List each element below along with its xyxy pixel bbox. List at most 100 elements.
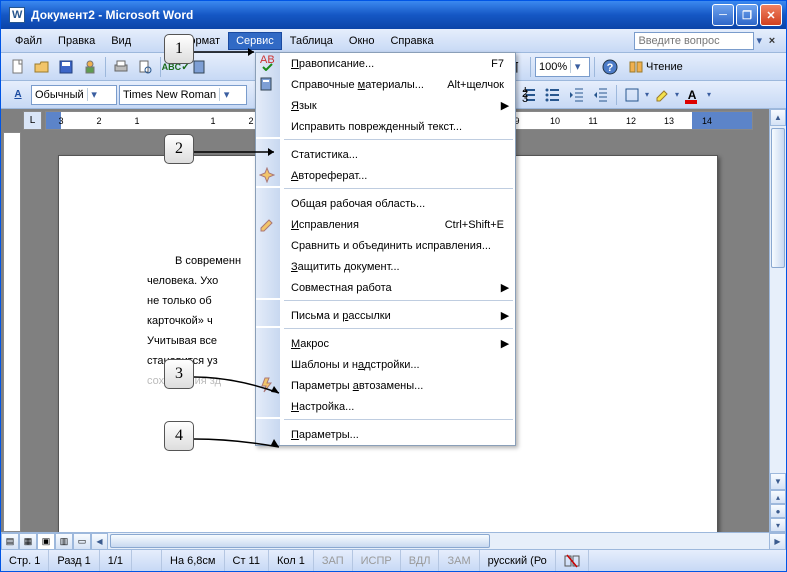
close-button[interactable]: ✕: [760, 4, 782, 26]
scroll-right-icon[interactable]: ▶: [769, 533, 786, 550]
zoom-combo[interactable]: 100%▾: [535, 57, 590, 77]
menu-item-label: Настройка...: [261, 401, 510, 413]
minimize-button[interactable]: ─: [712, 4, 734, 26]
menu-item[interactable]: Справочные материалы...Alt+щелчок: [256, 74, 515, 95]
scroll-left-icon[interactable]: ◀: [91, 533, 108, 550]
menu-window[interactable]: Окно: [341, 32, 383, 50]
tab-align-box[interactable]: L: [23, 111, 42, 130]
menu-table[interactable]: Таблица: [282, 32, 341, 50]
menu-item[interactable]: ИсправленияCtrl+Shift+E: [256, 214, 515, 235]
print-view-icon[interactable]: ▣: [37, 533, 55, 550]
styles-pane-icon[interactable]: A: [7, 84, 29, 106]
menu-item-label: Исправления: [261, 219, 445, 231]
reading-button[interactable]: Чтение: [623, 58, 688, 76]
print-icon[interactable]: [110, 56, 132, 78]
maximize-button[interactable]: ❐: [736, 4, 758, 26]
menu-file[interactable]: Файл: [7, 32, 50, 50]
numbering-icon[interactable]: 123: [518, 84, 540, 106]
status-trk[interactable]: ИСПР: [353, 550, 401, 571]
menu-item-label: Язык: [261, 100, 500, 112]
open-icon[interactable]: [31, 56, 53, 78]
book-icon: [259, 76, 275, 95]
vertical-ruler: [1, 109, 23, 532]
menu-item-label: Шаблоны и надстройки...: [261, 359, 510, 371]
menu-item[interactable]: Параметры автозамены...: [256, 375, 515, 396]
menu-item[interactable]: Общая рабочая область...: [256, 193, 515, 214]
menu-shortcut: Alt+щелчок: [447, 79, 510, 91]
menu-item[interactable]: Письма и рассылки▶: [256, 305, 515, 326]
help-icon[interactable]: ?: [599, 56, 621, 78]
menu-item-label: Письма и рассылки: [261, 310, 500, 322]
status-col: Кол 1: [269, 550, 314, 571]
menu-item-label: Общая рабочая область...: [261, 198, 510, 210]
scroll-down-icon[interactable]: ▼: [770, 473, 786, 490]
menu-item-label: Защитить документ...: [261, 261, 510, 273]
submenu-arrow-icon: ▶: [500, 337, 510, 350]
font-combo[interactable]: Times New Roman▾: [119, 85, 247, 105]
menu-item-label: Справочные материалы...: [261, 79, 447, 91]
borders-icon[interactable]: [621, 84, 643, 106]
menu-edit[interactable]: Правка: [50, 32, 103, 50]
doc-close-button[interactable]: ×: [764, 35, 780, 47]
ask-dropdown-icon[interactable]: ▾: [756, 34, 762, 47]
window-title: Документ2 - Microsoft Word: [29, 8, 712, 22]
highlight-dropdown-icon[interactable]: ▾: [675, 90, 679, 99]
menu-item[interactable]: Настройка...: [256, 396, 515, 417]
titlebar: Документ2 - Microsoft Word ─ ❐ ✕: [1, 1, 786, 29]
normal-view-icon[interactable]: ▤: [1, 533, 19, 550]
menu-item[interactable]: Защитить документ...: [256, 256, 515, 277]
menu-item[interactable]: Автореферат...: [256, 165, 515, 186]
new-doc-icon[interactable]: [7, 56, 29, 78]
menu-item[interactable]: Шаблоны и надстройки...: [256, 354, 515, 375]
scroll-thumb-v[interactable]: [771, 128, 785, 268]
scrollbar-vertical[interactable]: ▲ ▼ ▴ ● ▾: [769, 109, 786, 532]
scrollbar-horizontal[interactable]: ▤ ▦ ▣ ▥ ▭ ◀ ▶: [1, 532, 786, 549]
preview-icon[interactable]: [134, 56, 156, 78]
menu-item[interactable]: Параметры...: [256, 424, 515, 445]
status-lang[interactable]: русский (Ро: [480, 550, 556, 571]
save-icon[interactable]: [55, 56, 77, 78]
menu-item-label: Макрос: [261, 338, 500, 350]
menu-item-label: Правописание...: [261, 58, 491, 70]
submenu-arrow-icon: ▶: [500, 99, 510, 112]
highlight-icon[interactable]: [651, 84, 673, 106]
menu-item[interactable]: Статистика...: [256, 144, 515, 165]
service-dropdown: ABCПравописание...F7Справочные материалы…: [255, 52, 516, 446]
style-combo[interactable]: Обычный▾: [31, 85, 117, 105]
menubar: Файл Правка Вид Вст Формат Сервис Таблиц…: [1, 29, 786, 53]
permission-icon[interactable]: [79, 56, 101, 78]
menu-view[interactable]: Вид: [103, 32, 139, 50]
outline-view-icon[interactable]: ▥: [55, 533, 73, 550]
next-page-icon[interactable]: ▾: [770, 518, 786, 532]
menu-item-label: Сравнить и объединить исправления...: [261, 240, 510, 252]
inc-indent-icon[interactable]: [590, 84, 612, 106]
status-ext[interactable]: ВДЛ: [401, 550, 440, 571]
callout-1: 1: [164, 34, 194, 64]
scroll-up-icon[interactable]: ▲: [770, 109, 786, 126]
scroll-thumb-h[interactable]: [110, 534, 490, 548]
submenu-arrow-icon: ▶: [500, 281, 510, 294]
status-ovr[interactable]: ЗАМ: [439, 550, 479, 571]
menu-item-label: Совместная работа: [261, 282, 500, 294]
status-at: На 6,8см: [162, 550, 224, 571]
borders-dropdown-icon[interactable]: ▾: [645, 90, 649, 99]
reading-view-icon[interactable]: ▭: [73, 533, 91, 550]
status-book-icon[interactable]: [556, 550, 589, 571]
status-rec[interactable]: ЗАП: [314, 550, 353, 571]
menu-item[interactable]: Макрос▶: [256, 333, 515, 354]
menu-item[interactable]: ABCПравописание...F7: [256, 53, 515, 74]
menu-item[interactable]: Сравнить и объединить исправления...: [256, 235, 515, 256]
menu-item[interactable]: Совместная работа▶: [256, 277, 515, 298]
status-page: Стр. 1: [1, 550, 49, 571]
bullets-icon[interactable]: [542, 84, 564, 106]
menu-item[interactable]: Язык▶: [256, 95, 515, 116]
menu-help[interactable]: Справка: [382, 32, 441, 50]
svg-text:?: ?: [607, 62, 614, 74]
browse-select-icon[interactable]: ●: [770, 504, 786, 518]
menu-item[interactable]: Исправить поврежденный текст...: [256, 116, 515, 137]
ask-question-input[interactable]: [634, 32, 754, 50]
font-color-dropdown-icon[interactable]: ▾: [707, 90, 711, 99]
web-view-icon[interactable]: ▦: [19, 533, 37, 550]
dec-indent-icon[interactable]: [566, 84, 588, 106]
prev-page-icon[interactable]: ▴: [770, 490, 786, 504]
